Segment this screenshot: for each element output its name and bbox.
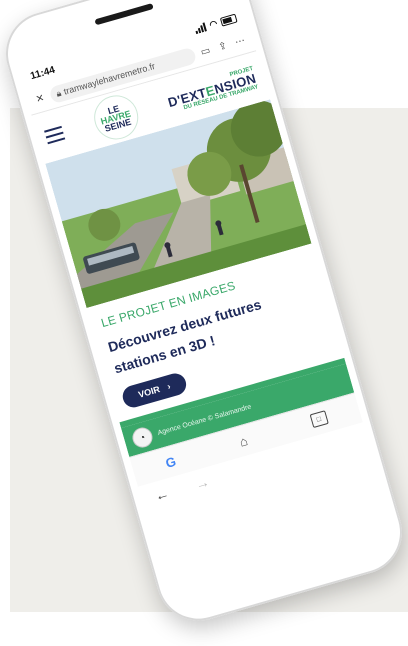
tabs-icon[interactable]: □: [309, 410, 329, 429]
lock-icon: 🔒︎: [54, 87, 63, 99]
battery-icon: [219, 13, 238, 27]
bookmark-icon[interactable]: ▭: [197, 43, 214, 60]
phone-speaker: [94, 3, 154, 26]
close-icon[interactable]: ✕: [31, 90, 48, 107]
voir-button-label: VOIR: [137, 384, 162, 401]
status-time: 11:44: [29, 64, 57, 82]
back-arrow-icon[interactable]: ←: [153, 485, 171, 504]
hamburger-menu-icon[interactable]: [44, 125, 66, 145]
signal-icon: [194, 21, 207, 34]
forward-arrow-icon[interactable]: →: [193, 474, 211, 493]
wifi-icon: ◠: [207, 17, 219, 30]
more-icon[interactable]: ⋯: [231, 33, 248, 50]
le-havre-seine-logo[interactable]: LE HAVRE SEINE: [88, 90, 143, 145]
cookie-icon[interactable]: ◔: [130, 425, 155, 451]
google-icon[interactable]: G: [164, 453, 178, 470]
home-icon[interactable]: ⌂: [238, 433, 250, 450]
share-icon[interactable]: ⇪: [214, 38, 231, 55]
chevron-right-icon: ›: [166, 381, 172, 392]
voir-button[interactable]: VOIR ›: [120, 371, 189, 411]
